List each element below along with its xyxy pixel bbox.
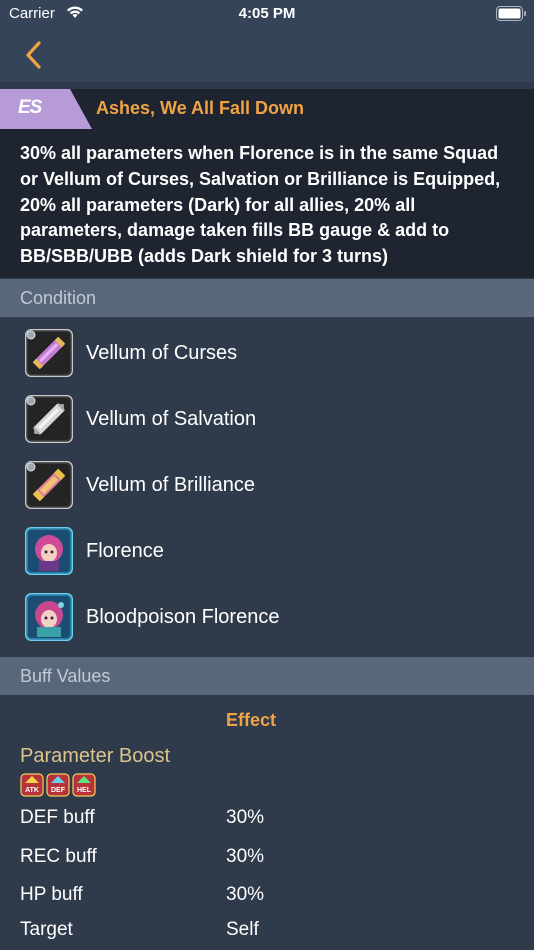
condition-item-label: Vellum of Salvation: [86, 408, 257, 430]
buff-row: DEF buff 30%: [0, 800, 534, 838]
buff-row: REC buff 30%: [0, 839, 534, 877]
es-tag-label: ES: [18, 97, 42, 118]
atk-badge-icon: ATK: [20, 773, 44, 797]
condition-item-label: Florence: [86, 540, 164, 562]
vellum-salvation-icon: [25, 395, 73, 443]
condition-item-label: Vellum of Brilliance: [86, 474, 255, 496]
extra-skill-description: 30% all parameters when Florence is in t…: [0, 129, 534, 278]
effect-column-header: Effect: [226, 710, 277, 730]
hel-badge-icon: HEL: [72, 773, 96, 797]
buff-label: Target: [20, 919, 73, 940]
buff-value: 30%: [226, 807, 265, 828]
condition-section-header: Condition: [0, 279, 534, 317]
vellum-brilliance-icon: [25, 461, 73, 509]
condition-item-bloodpoison-florence[interactable]: Bloodpoison Florence: [0, 584, 534, 650]
battery-icon: [496, 6, 526, 21]
parameter-boost-title: Parameter Boost: [20, 745, 171, 767]
back-chevron-icon[interactable]: [20, 38, 50, 72]
buff-values-section-header: Buff Values: [0, 657, 534, 695]
extra-skill-header: ES Ashes, We All Fall Down: [0, 89, 534, 129]
def-badge-label: DEF: [51, 787, 66, 794]
buff-label: REC buff: [20, 846, 97, 867]
buff-row: Target Self: [0, 912, 534, 950]
buff-value: 30%: [226, 846, 265, 867]
def-badge-icon: DEF: [46, 773, 70, 797]
florence-unit-icon: [25, 527, 73, 575]
extra-skill-title: Ashes, We All Fall Down: [96, 98, 305, 118]
condition-item-label: Vellum of Curses: [86, 342, 238, 364]
navigation-bar: [0, 28, 534, 82]
condition-item-vellum-curses[interactable]: Vellum of Curses: [0, 320, 534, 386]
bloodpoison-florence-unit-icon: [25, 593, 73, 641]
hel-badge-label: HEL: [77, 787, 92, 794]
status-bar: Carrier 4:05 PM: [0, 0, 534, 28]
buff-row: HP buff 30%: [0, 877, 534, 915]
clock-time: 4:05 PM: [238, 5, 296, 22]
atk-badge-label: ATK: [25, 787, 39, 794]
es-tag-badge: [0, 89, 92, 129]
condition-item-vellum-brilliance[interactable]: Vellum of Brilliance: [0, 452, 534, 518]
condition-item-label: Bloodpoison Florence: [86, 606, 280, 628]
condition-item-florence[interactable]: Florence: [0, 518, 534, 584]
vellum-curses-icon: [25, 329, 73, 377]
buff-label: DEF buff: [20, 807, 95, 828]
condition-item-vellum-salvation[interactable]: Vellum of Salvation: [0, 386, 534, 452]
buff-value: 30%: [226, 884, 265, 905]
buff-label: HP buff: [20, 884, 83, 905]
buff-badges: ATK DEF HEL: [20, 773, 96, 797]
buff-value: Self: [226, 919, 259, 940]
